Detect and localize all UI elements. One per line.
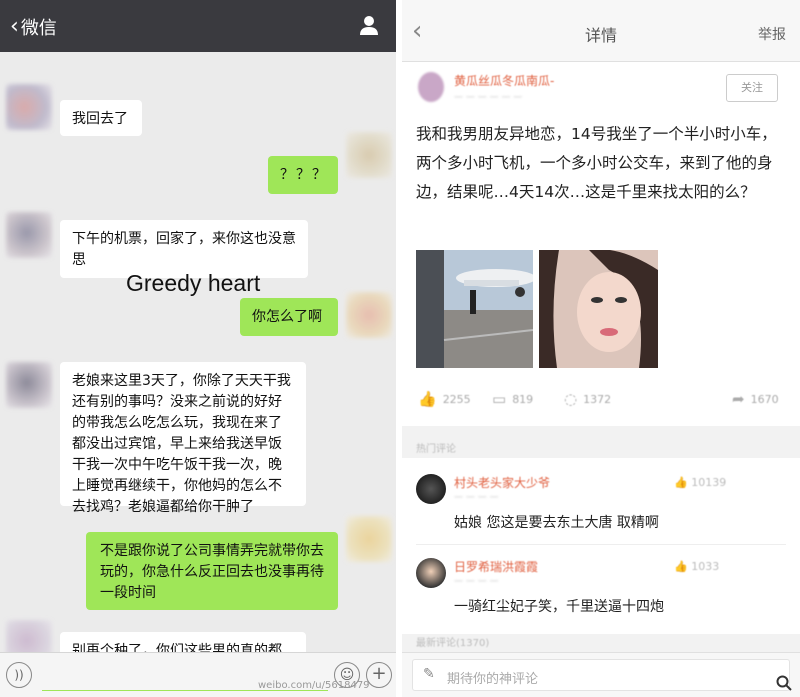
message-bubble-incoming[interactable]: 老娘来这里3天了，你除了天天干我还有别的事吗？没来之前说的好好的带我怎么吃怎么玩… (60, 362, 306, 515)
chevron-left-icon: ‹ (10, 14, 19, 39)
contact-avatar[interactable] (6, 362, 52, 408)
comment-count: 819 (512, 392, 534, 406)
comment-like-count: 1033 (691, 560, 720, 573)
share-arrow-icon: ➦ (732, 390, 745, 408)
pencil-icon: ✎ (423, 666, 435, 682)
share-count: 1670 (750, 392, 779, 406)
follow-button[interactable]: 关注 (726, 74, 778, 102)
overlay-caption: Greedy heart (126, 270, 261, 296)
commenter-avatar[interactable] (416, 474, 446, 504)
person-icon[interactable] (358, 14, 380, 36)
author-name[interactable]: 黄瓜丝瓜冬瓜南瓜- (454, 72, 554, 89)
contact-avatar[interactable] (6, 212, 52, 258)
comment-icon: ▭ (492, 390, 507, 408)
repost-icon: ◌ (564, 390, 578, 408)
commenter-name[interactable]: 日罗希瑞洪霞霞 (454, 558, 538, 575)
comment-list: 村头老头家大少爷 — — — — 👍 10139 姑娘 您这是要去东土大唐 取精… (402, 458, 800, 634)
message-bubble-outgoing[interactable]: 你怎么了啊 (240, 298, 338, 336)
voice-icon[interactable]: )) (6, 662, 32, 688)
my-avatar[interactable] (346, 292, 392, 338)
share-stat[interactable]: ➦ 1670 (732, 390, 779, 408)
like-stat[interactable]: 👍 2255 (418, 390, 471, 408)
like-count: 2255 (442, 392, 471, 406)
message-bubble-outgoing[interactable]: ？？？ (268, 156, 338, 194)
contact-avatar[interactable] (6, 84, 52, 130)
watermark: weibo.com/u/5618479 (258, 680, 370, 691)
wechat-chat-panel: ‹ 微信 我回去了 ？？？ 下午的机票，回家了，来你这也没意思 你怎么了啊 老娘… (0, 0, 396, 697)
divider (416, 544, 786, 545)
post-meta: — — — — — — (454, 92, 523, 102)
commenter-avatar[interactable] (416, 558, 446, 588)
my-avatar[interactable] (346, 132, 392, 178)
message-bubble-incoming[interactable]: 我回去了 (60, 100, 142, 136)
post-stats-bar: 👍 2255 ▭ 819 ◌ 1372 ➦ 1670 (402, 384, 800, 414)
post-card: 黄瓜丝瓜冬瓜南瓜- — — — — — — 关注 我和我男朋友异地恋，14号我坐… (402, 62, 800, 426)
message-bubble-outgoing[interactable]: 不是跟你说了公司事情弄完就带你去玩的，你急什么反正回去也没事再待一段时间 (86, 532, 338, 610)
weibo-detail-panel: ‹ 详情 举报 黄瓜丝瓜冬瓜南瓜- — — — — — — 关注 我和我男朋友异… (402, 0, 800, 697)
post-text: 我和我男朋友异地恋，14号我坐了一个半小时小车，两个多小时飞机，一个多小时公交车… (416, 125, 777, 201)
repost-stat[interactable]: ◌ 1372 (564, 390, 611, 408)
comment-like[interactable]: 👍 1033 (674, 560, 719, 573)
wechat-header: ‹ 微信 (0, 0, 396, 52)
comment-time: — — — — (454, 576, 499, 586)
comment-placeholder: 期待你的神评论 (447, 672, 539, 687)
latest-comments-label: 最新评论(1370) (416, 638, 490, 649)
author-avatar[interactable] (418, 72, 444, 102)
comment-text: 一骑红尘妃子笑，千里送逼十四炮 (454, 599, 664, 615)
back-label: 微信 (20, 18, 57, 39)
hot-comments-label: 热门评论 (416, 444, 456, 455)
comment-time: — — — — (454, 492, 499, 502)
page-title: 详情 (584, 26, 617, 45)
comment-bar: ✎ 期待你的神评论 (402, 652, 800, 697)
thumbs-up-icon: 👍 (418, 390, 437, 408)
screenshot-composite: ‹ 微信 我回去了 ？？？ 下午的机票，回家了，来你这也没意思 你怎么了啊 老娘… (0, 0, 800, 697)
my-avatar[interactable] (346, 516, 392, 562)
post-image-airport[interactable] (416, 250, 533, 368)
report-button[interactable]: 举报 (758, 24, 786, 44)
comment-like-count: 10139 (691, 476, 727, 489)
comment-like[interactable]: 👍 10139 (674, 476, 726, 489)
comment-input[interactable]: ✎ 期待你的神评论 (412, 659, 790, 691)
comment-text: 姑娘 您这是要去东土大唐 取精啊 (454, 515, 659, 531)
back-button[interactable]: ‹ 微信 (10, 14, 57, 40)
commenter-name[interactable]: 村头老头家大少爷 (454, 474, 550, 491)
comment-stat[interactable]: ▭ 819 (492, 390, 533, 408)
detail-header: ‹ 详情 举报 (402, 0, 800, 62)
plus-icon[interactable]: + (366, 662, 392, 688)
post-image-selfie[interactable] (539, 250, 658, 368)
repost-count: 1372 (583, 392, 612, 406)
magnifier-icon[interactable] (776, 675, 792, 691)
